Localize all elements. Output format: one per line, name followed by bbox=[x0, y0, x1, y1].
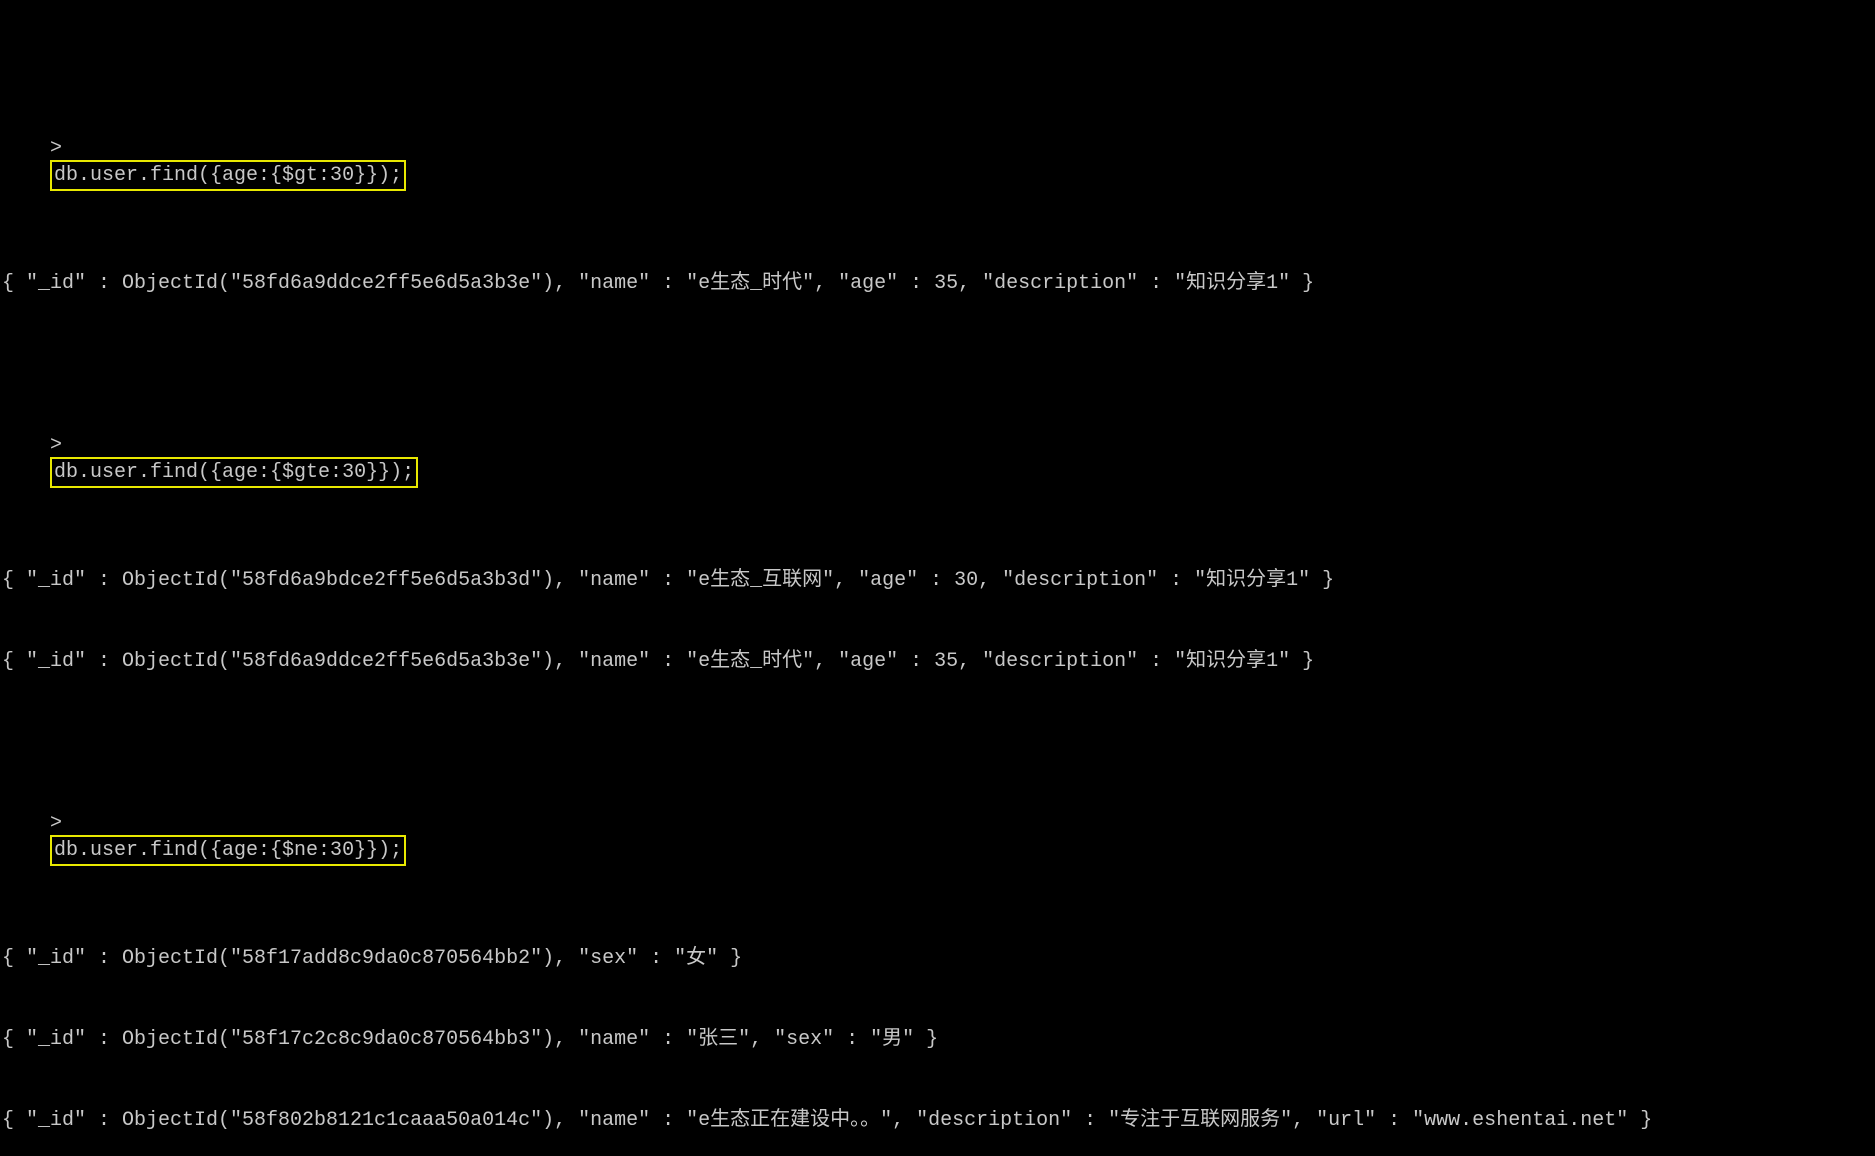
output-row: { "_id" : ObjectId("58fd6a9ddce2ff5e6d5a… bbox=[2, 270, 1873, 297]
highlight-annotation: db.user.find({age:{$ne:30}}); bbox=[50, 835, 406, 866]
highlight-annotation: db.user.find({age:{$gt:30}}); bbox=[50, 160, 406, 191]
output-row: { "_id" : ObjectId("58fd6a9ddce2ff5e6d5a… bbox=[2, 648, 1873, 675]
command-line: > db.user.find({age:{$gte:30}}); bbox=[2, 405, 1873, 513]
command-line: > db.user.find({age:{$gt:30}}); bbox=[2, 108, 1873, 216]
output-row: { "_id" : ObjectId("58f17c2c8c9da0c87056… bbox=[2, 1026, 1873, 1053]
output-row: { "_id" : ObjectId("58fd6a9bdce2ff5e6d5a… bbox=[2, 567, 1873, 594]
command-text: db.user.find({age:{$ne:30}}); bbox=[54, 839, 402, 862]
command-text: db.user.find({age:{$gte:30}}); bbox=[54, 461, 414, 484]
prompt-icon: > bbox=[50, 137, 62, 160]
command-text: db.user.find({age:{$gt:30}}); bbox=[54, 164, 402, 187]
output-row: { "_id" : ObjectId("58f802b8121c1caaa50a… bbox=[2, 1107, 1873, 1134]
command-line: > db.user.find({age:{$ne:30}}); bbox=[2, 783, 1873, 891]
terminal-output[interactable]: > db.user.find({age:{$gt:30}}); { "_id" … bbox=[0, 0, 1875, 1156]
highlight-annotation: db.user.find({age:{$gte:30}}); bbox=[50, 457, 418, 488]
prompt-icon: > bbox=[50, 434, 62, 457]
prompt-icon: > bbox=[50, 812, 62, 835]
output-row: { "_id" : ObjectId("58f17add8c9da0c87056… bbox=[2, 945, 1873, 972]
